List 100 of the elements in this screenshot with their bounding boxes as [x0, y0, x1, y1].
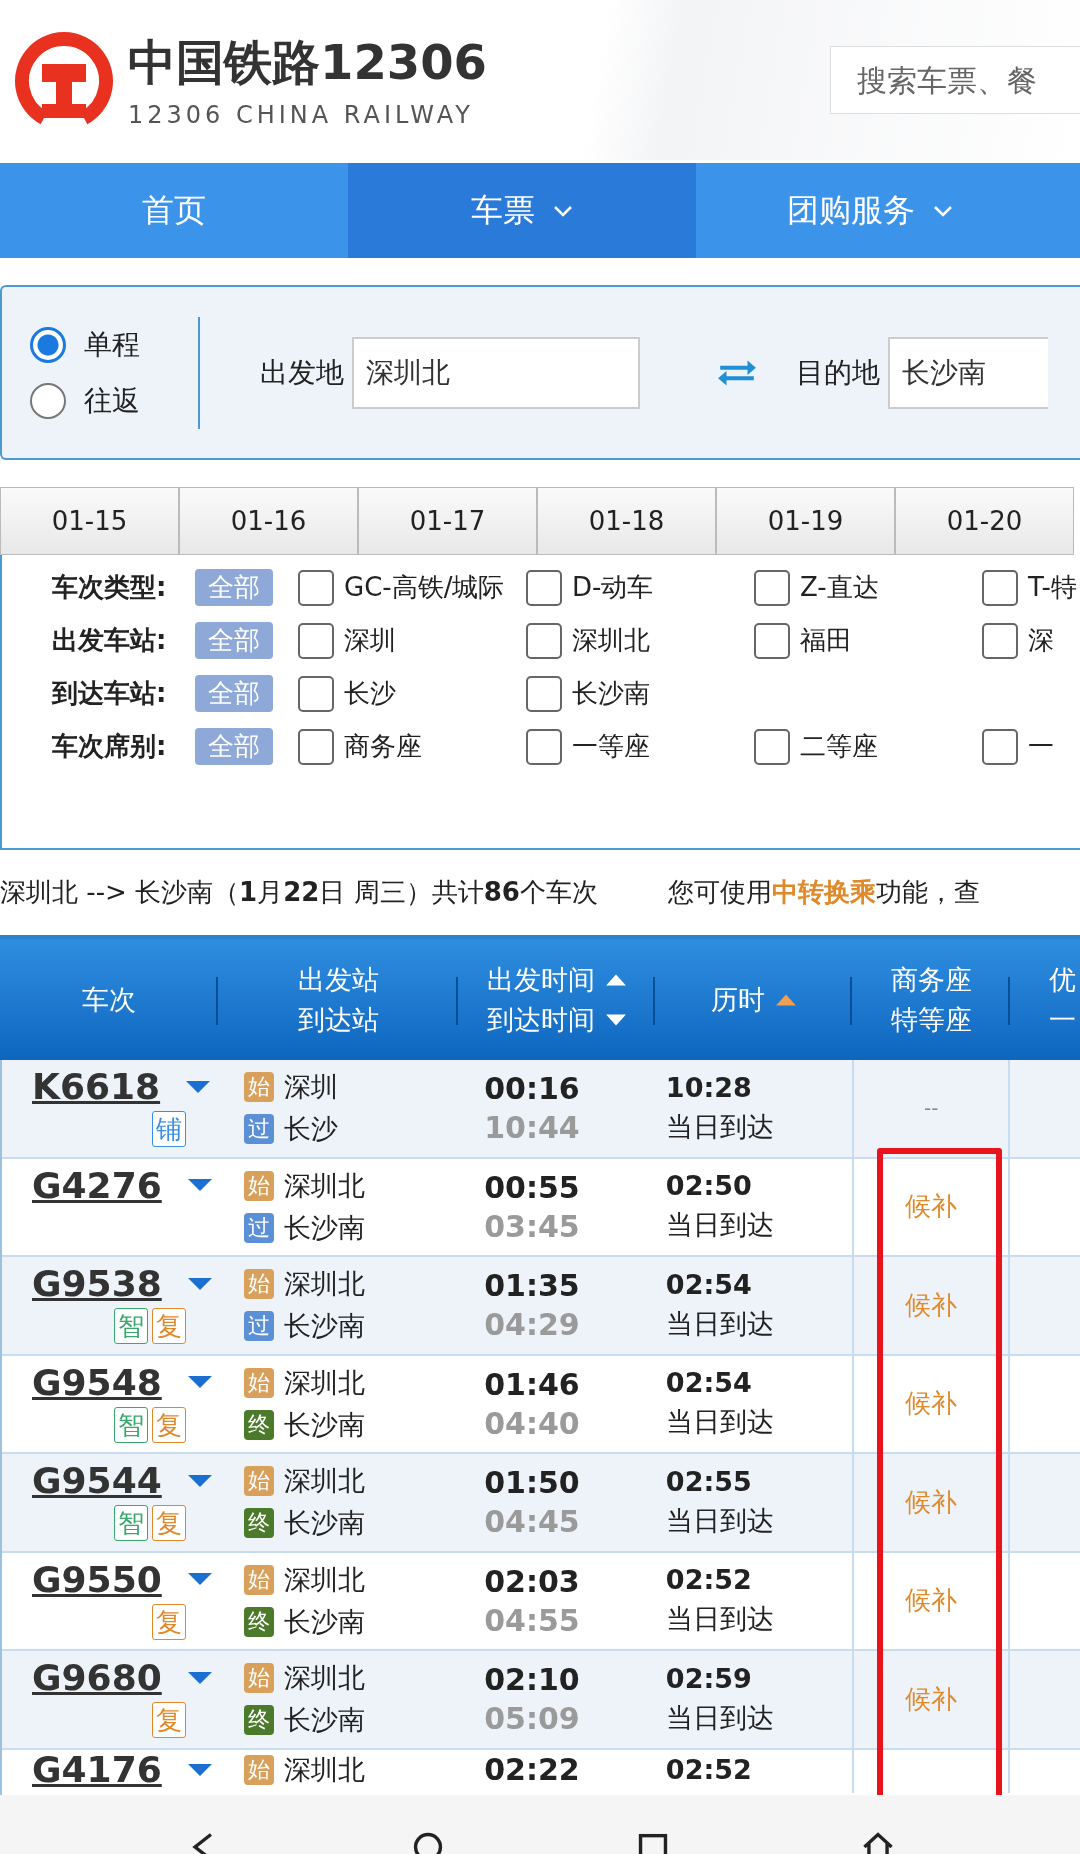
filter-label: 出发车站:: [52, 624, 168, 657]
checkbox[interactable]: [754, 622, 790, 659]
filter-option-label[interactable]: 深: [1028, 623, 1054, 658]
filter-label: 车次类型:: [52, 571, 168, 604]
filter-option-label[interactable]: Z-直达: [800, 570, 879, 605]
station-name: 深圳北: [283, 1752, 365, 1787]
filter-option-label[interactable]: D-动车: [572, 570, 654, 605]
arrival-day: 当日到达: [665, 1404, 853, 1441]
filter-option-label[interactable]: GC-高铁/城际: [344, 570, 505, 605]
station-badge: 过: [243, 1114, 274, 1145]
date-tab[interactable]: 01-15: [0, 487, 179, 555]
dropdown-triangle-icon[interactable]: [187, 1474, 212, 1487]
column-header[interactable]: 优: [1049, 961, 1076, 998]
filter-option-label[interactable]: 长沙: [344, 676, 396, 711]
filter-option-label[interactable]: 二等座: [800, 729, 878, 764]
column-header[interactable]: 到达站: [297, 1001, 379, 1038]
business-seat-status: 候补: [905, 1584, 958, 1618]
sort-down-icon[interactable]: [604, 1012, 627, 1027]
dropdown-triangle-icon[interactable]: [187, 1179, 212, 1191]
train-number-link[interactable]: K6618: [32, 1066, 161, 1107]
filter-option-label[interactable]: 深圳: [344, 623, 396, 658]
train-number-link[interactable]: G9544: [32, 1460, 162, 1501]
checkbox[interactable]: [982, 569, 1018, 606]
dropdown-triangle-icon[interactable]: [187, 1376, 212, 1388]
checkbox[interactable]: [526, 675, 562, 712]
radio-button[interactable]: [30, 382, 66, 419]
dropdown-triangle-icon[interactable]: [187, 1573, 212, 1585]
train-number-link[interactable]: G9548: [32, 1361, 162, 1403]
checkbox[interactable]: [982, 728, 1018, 765]
date-tab[interactable]: 01-20: [895, 487, 1074, 555]
arrival-time: 04:29: [484, 1307, 581, 1343]
station-badge: 终: [243, 1508, 274, 1539]
train-number-link[interactable]: G4276: [32, 1164, 162, 1206]
sort-up-icon[interactable]: [604, 972, 627, 987]
station-badge: 始: [243, 1466, 274, 1497]
checkbox[interactable]: [526, 569, 562, 606]
train-feature-tag: 复: [152, 1308, 186, 1344]
from-field[interactable]: 深圳北: [352, 336, 640, 409]
train-feature-tag: 复: [152, 1406, 186, 1443]
date-tab[interactable]: 01-18: [537, 487, 716, 555]
dropdown-triangle-icon[interactable]: [186, 1080, 211, 1093]
filter-option-label[interactable]: 福田: [800, 623, 852, 658]
checkbox[interactable]: [982, 622, 1018, 659]
filter-option-label[interactable]: 一: [1028, 729, 1054, 764]
dropdown-triangle-icon[interactable]: [187, 1671, 212, 1684]
radio-button[interactable]: [30, 326, 66, 363]
trip-type-option[interactable]: 往返: [30, 381, 140, 420]
date-tab[interactable]: 01-16: [179, 487, 358, 555]
train-number-link[interactable]: G9538: [32, 1263, 162, 1304]
station-badge: 过: [243, 1212, 274, 1243]
date-tab[interactable]: 01-17: [358, 487, 537, 555]
arrival-time: 04:55: [484, 1602, 581, 1638]
checkbox[interactable]: [298, 675, 334, 712]
station-badge: 始: [243, 1170, 274, 1201]
column-header[interactable]: 车次: [82, 981, 136, 1018]
column-header[interactable]: 一: [1049, 1001, 1076, 1038]
filter-option-label[interactable]: T-特: [1028, 570, 1077, 605]
arrival-time: 04:45: [484, 1504, 581, 1540]
column-header[interactable]: 到达时间: [486, 1001, 595, 1038]
from-label: 出发地: [260, 354, 344, 391]
arrival-time: 04:40: [484, 1405, 581, 1441]
dropdown-triangle-icon[interactable]: [187, 1277, 212, 1290]
trip-type-option[interactable]: 单程: [30, 325, 140, 364]
departure-time: 01:50: [484, 1465, 581, 1501]
to-field[interactable]: 长沙南: [888, 336, 1048, 409]
station-name: 长沙南: [283, 1407, 365, 1442]
arrival-day: 当日到达: [665, 1207, 853, 1244]
station-name: 深圳北: [283, 1562, 365, 1597]
station-name: 深圳: [283, 1070, 338, 1105]
column-header[interactable]: 出发站: [297, 961, 379, 998]
filter-option-label[interactable]: 长沙南: [572, 676, 650, 711]
trip-duration: 10:28: [665, 1071, 753, 1103]
filter-option-label[interactable]: 一等座: [572, 729, 650, 764]
checkbox[interactable]: [754, 728, 790, 765]
checkbox[interactable]: [526, 622, 562, 659]
checkbox[interactable]: [298, 569, 334, 606]
train-feature-tag: 智: [114, 1406, 148, 1443]
train-number-link[interactable]: G9680: [32, 1657, 162, 1698]
train-feature-tag: 复: [152, 1603, 186, 1640]
filter-label: 车次席别:: [52, 730, 168, 763]
arrival-time: 03:45: [484, 1208, 581, 1244]
search-field[interactable]: 搜索车票、餐: [830, 46, 1080, 114]
checkbox[interactable]: [754, 569, 790, 606]
train-number-link[interactable]: G9550: [32, 1558, 162, 1600]
checkbox[interactable]: [526, 728, 562, 765]
train-number-link[interactable]: G4176: [32, 1749, 162, 1790]
checkbox[interactable]: [298, 728, 334, 765]
filter-option-label[interactable]: 商务座: [344, 729, 422, 764]
checkbox[interactable]: [298, 622, 334, 659]
column-header[interactable]: 历时: [710, 981, 765, 1018]
date-tab[interactable]: 01-19: [716, 487, 895, 555]
business-seat-status: 候补: [905, 1682, 958, 1716]
column-header[interactable]: 商务座: [890, 961, 972, 998]
filter-option-label[interactable]: 深圳北: [572, 623, 650, 658]
column-header[interactable]: 特等座: [890, 1001, 972, 1038]
column-header[interactable]: 出发时间: [486, 961, 595, 998]
train-feature-tag: 铺: [152, 1111, 186, 1147]
nav-tab[interactable]: 车票: [348, 163, 696, 258]
transfer-hint: 您可使用中转换乘功能，查: [667, 876, 980, 909]
dropdown-triangle-icon[interactable]: [187, 1763, 212, 1776]
